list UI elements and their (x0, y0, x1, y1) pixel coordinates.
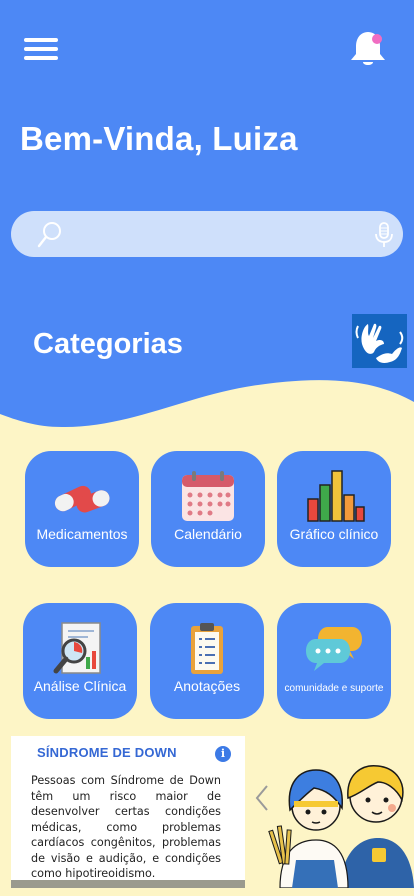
category-analise-clinica[interactable]: Análise Clínica (23, 603, 137, 719)
analysis-icon (53, 622, 101, 674)
menu-bar (24, 38, 58, 42)
greeting-title: Bem-Vinda, Luiza (20, 120, 298, 157)
category-label: Gráfico clínico (289, 526, 379, 542)
bar-chart-icon (307, 470, 365, 522)
categories-title: Categorias (33, 328, 183, 360)
search-icon[interactable] (37, 221, 63, 249)
category-calendario[interactable]: Calendário (151, 451, 265, 567)
info-card-text: Pessoas com Síndrome de Down têm um risc… (31, 774, 221, 880)
chat-bubbles-icon (306, 627, 362, 671)
calendar-icon (182, 471, 234, 521)
notification-dot (372, 34, 382, 44)
menu-bar (24, 56, 58, 60)
category-label: comunidade e suporte (284, 683, 384, 694)
category-label: Calendário (174, 526, 242, 542)
category-label: Medicamentos (36, 526, 128, 542)
info-card-title: SÍNDROME DE DOWN (37, 745, 177, 760)
category-medicamentos[interactable]: Medicamentos (25, 451, 139, 567)
search-input[interactable] (63, 211, 353, 257)
microphone-icon[interactable] (373, 221, 395, 249)
pills-icon (54, 485, 110, 513)
category-label: Análise Clínica (33, 678, 127, 694)
category-grafico-clinico[interactable]: Gráfico clínico (277, 451, 391, 567)
info-card: SÍNDROME DE DOWN i Pessoas com Síndrome … (11, 736, 245, 888)
bell-icon[interactable] (348, 28, 388, 70)
children-illustration (268, 765, 414, 888)
menu-button[interactable] (24, 36, 60, 64)
search-bar[interactable] (11, 211, 403, 257)
clipboard-icon (191, 623, 223, 674)
category-label: Anotações (173, 678, 241, 694)
menu-bar (24, 47, 58, 51)
header-hero: Bem-Vinda, Luiza Categorias (0, 0, 414, 430)
sign-language-icon[interactable] (352, 314, 407, 368)
info-icon[interactable]: i (215, 746, 231, 762)
category-anotacoes[interactable]: Anotações (150, 603, 264, 719)
category-comunidade-suporte[interactable]: comunidade e suporte (277, 603, 391, 719)
